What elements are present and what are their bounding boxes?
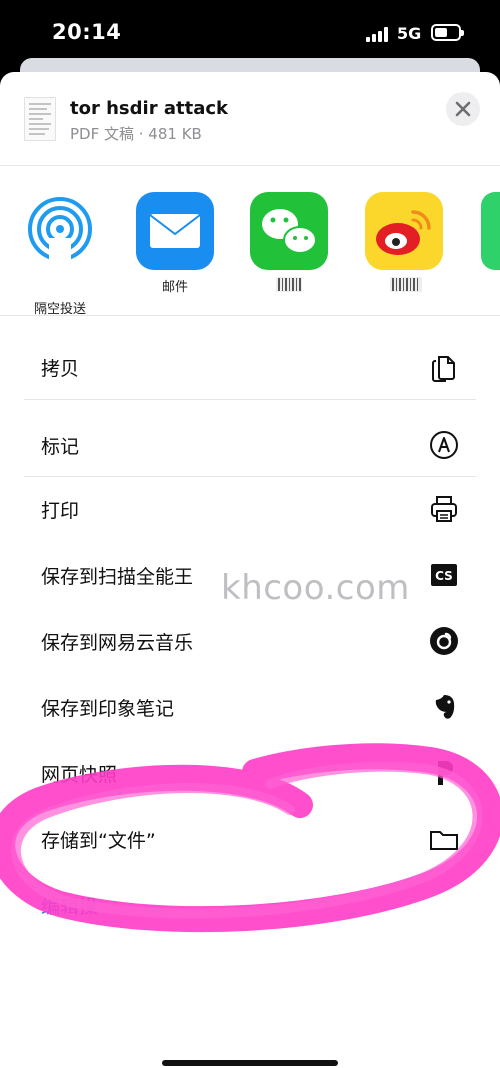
network-type: 5G bbox=[397, 24, 422, 43]
camscanner-icon: CS bbox=[431, 564, 457, 586]
battery-icon bbox=[431, 24, 464, 41]
status-bar: 20:14 5G bbox=[0, 0, 500, 62]
status-time: 20:14 bbox=[52, 20, 122, 44]
airdrop-icon bbox=[28, 197, 92, 264]
share-apps-row: 隔空投送 bbox=[0, 166, 500, 317]
action-label: 存储到“文件” bbox=[41, 830, 156, 852]
document-thumbnail bbox=[24, 97, 56, 141]
action-web-snapshot[interactable]: 网页快照 bbox=[24, 742, 476, 804]
folder-icon bbox=[430, 831, 458, 850]
document-meta: PDF 文稿 · 481 KB bbox=[70, 125, 202, 143]
share-header: tor hsdir attack PDF 文稿 · 481 KB bbox=[0, 72, 500, 166]
home-indicator bbox=[162, 1060, 338, 1066]
share-sheet: tor hsdir attack PDF 文稿 · 481 KB 隔空投送 邮件… bbox=[0, 72, 500, 1068]
pocket-icon bbox=[438, 761, 453, 785]
cellular-signal-icon bbox=[366, 26, 390, 42]
document-title: tor hsdir attack bbox=[70, 98, 228, 119]
edit-actions-link[interactable]: 编辑操 bbox=[24, 874, 476, 936]
action-copy[interactable]: 拷贝 bbox=[24, 336, 476, 398]
action-label: 打印 bbox=[41, 500, 80, 522]
app-label-airdrop: 隔空投送 bbox=[33, 302, 86, 317]
copy-icon bbox=[432, 356, 455, 382]
printer-icon bbox=[431, 496, 457, 522]
edit-actions-label: 编辑操 bbox=[41, 896, 99, 918]
app-label-mail: 邮件 bbox=[161, 280, 188, 295]
divider bbox=[24, 399, 476, 400]
evernote-icon bbox=[435, 695, 455, 719]
action-label: 保存到扫描全能王 bbox=[41, 566, 194, 588]
watermark: khcoo.com bbox=[221, 568, 410, 608]
markup-icon bbox=[430, 431, 458, 459]
action-save-netease-music[interactable]: 保存到网易云音乐 bbox=[24, 610, 476, 672]
action-label: 标记 bbox=[41, 436, 80, 458]
action-label: 保存到网易云音乐 bbox=[41, 632, 194, 654]
divider bbox=[24, 476, 476, 477]
action-label: 拷贝 bbox=[41, 358, 80, 380]
action-save-evernote[interactable]: 保存到印象笔记 bbox=[24, 676, 476, 738]
action-save-to-files[interactable]: 存储到“文件” bbox=[24, 808, 476, 870]
action-print[interactable]: 打印 bbox=[24, 478, 476, 540]
netease-music-icon bbox=[430, 627, 458, 655]
close-icon bbox=[455, 101, 471, 117]
svg-text:CS: CS bbox=[435, 569, 453, 583]
action-label: 网页快照 bbox=[41, 764, 118, 786]
action-markup[interactable]: 标记 bbox=[24, 414, 476, 476]
action-label: 保存到印象笔记 bbox=[41, 698, 175, 720]
close-button[interactable] bbox=[446, 92, 480, 126]
